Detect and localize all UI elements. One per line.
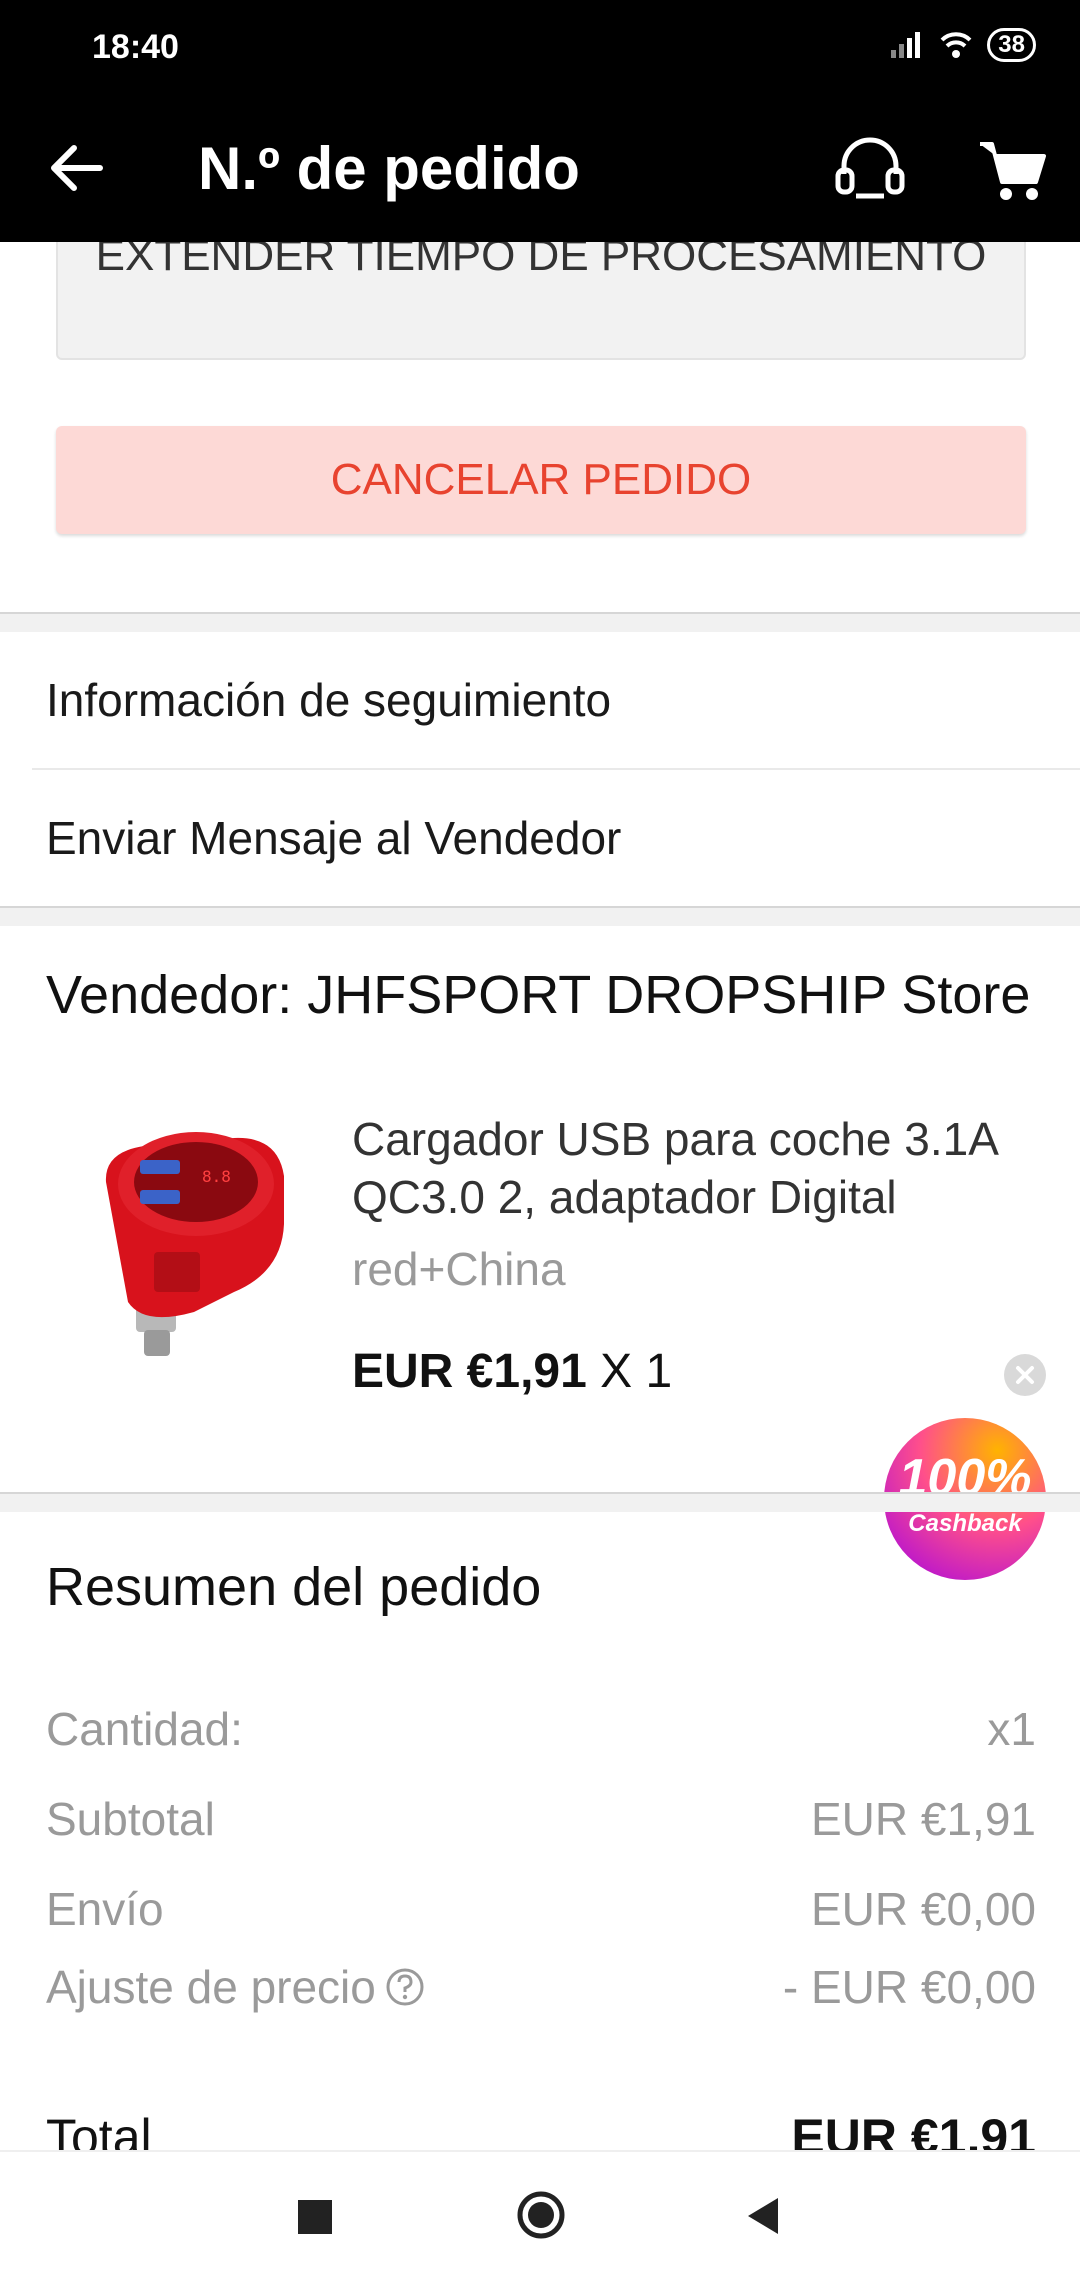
back-arrow-icon bbox=[51, 145, 103, 191]
nav-back-button[interactable] bbox=[742, 2194, 782, 2238]
status-icons: 38 bbox=[889, 28, 1036, 62]
order-summary-title: Resumen del pedido bbox=[46, 1557, 542, 1617]
signal-icon bbox=[891, 32, 921, 58]
cashback-close-button[interactable] bbox=[1004, 1354, 1046, 1396]
product-title[interactable]: Cargador USB para coche 3.1A QC3.0 2, ad… bbox=[352, 1110, 1042, 1226]
summary-label: Cantidad: bbox=[46, 1703, 243, 1755]
summary-label: Subtotal bbox=[46, 1793, 215, 1845]
headset-icon bbox=[835, 137, 905, 199]
product-price: EUR €1,91 bbox=[352, 1345, 587, 1398]
cart-icon bbox=[980, 142, 1046, 200]
product-image[interactable]: 8.8 bbox=[84, 1112, 324, 1392]
summary-label: Envío bbox=[46, 1883, 164, 1935]
summary-value: EUR €1,91 bbox=[810, 1793, 1036, 1845]
cancel-order-button[interactable]: CANCELAR PEDIDO bbox=[56, 426, 1026, 534]
cashback-text: Cashback bbox=[908, 1510, 1022, 1537]
close-icon bbox=[1016, 1366, 1034, 1384]
page-title: N.º de pedido bbox=[198, 135, 580, 202]
section-divider bbox=[0, 1492, 1080, 1512]
summary-value: EUR €0,00 bbox=[810, 1883, 1036, 1935]
message-seller-link[interactable]: Enviar Mensaje al Vendedor bbox=[0, 770, 1080, 906]
home-button[interactable] bbox=[516, 2190, 566, 2240]
status-bar: 18:40 38 bbox=[0, 0, 1080, 96]
product-price-line: EUR €1,91 X 1 bbox=[352, 1344, 672, 1399]
tracking-info-link[interactable]: Información de seguimiento bbox=[0, 632, 1080, 768]
product-variant: red+China bbox=[352, 1243, 566, 1295]
wifi-icon bbox=[940, 32, 972, 58]
extend-processing-time-button[interactable]: EXTENDER TIEMPO DE PROCESAMIENTO bbox=[56, 242, 1026, 360]
recents-button[interactable] bbox=[298, 2200, 332, 2234]
product-quantity: X 1 bbox=[600, 1345, 673, 1398]
section-divider bbox=[0, 612, 1080, 632]
total-label: Total bbox=[46, 2109, 152, 2150]
summary-value: - EUR €0,00 bbox=[782, 1961, 1036, 2013]
cart-button[interactable] bbox=[972, 130, 1052, 210]
help-circle-icon[interactable] bbox=[384, 1966, 426, 2008]
summary-label: Ajuste de precio bbox=[46, 1961, 376, 2013]
app-bar: N.º de pedido bbox=[0, 96, 1080, 242]
support-button[interactable] bbox=[830, 130, 910, 210]
summary-label-wrap: Ajuste de precio bbox=[46, 1960, 426, 2014]
battery-indicator: 38 bbox=[987, 28, 1036, 62]
seller-name[interactable]: Vendedor: JHFSPORT DROPSHIP Store bbox=[46, 964, 1066, 1026]
total-value: EUR €1,91 bbox=[791, 2109, 1036, 2150]
summary-value: x1 bbox=[987, 1703, 1036, 1755]
status-time: 18:40 bbox=[92, 28, 179, 66]
car-charger-image: 8.8 bbox=[105, 1132, 285, 1356]
back-button[interactable] bbox=[40, 132, 112, 204]
section-divider bbox=[0, 906, 1080, 926]
order-detail-content[interactable]: EXTENDER TIEMPO DE PROCESAMIENTO CANCELA… bbox=[0, 242, 1080, 2150]
svg-text:8.8: 8.8 bbox=[202, 1167, 231, 1186]
system-nav-bar bbox=[0, 2150, 1080, 2280]
